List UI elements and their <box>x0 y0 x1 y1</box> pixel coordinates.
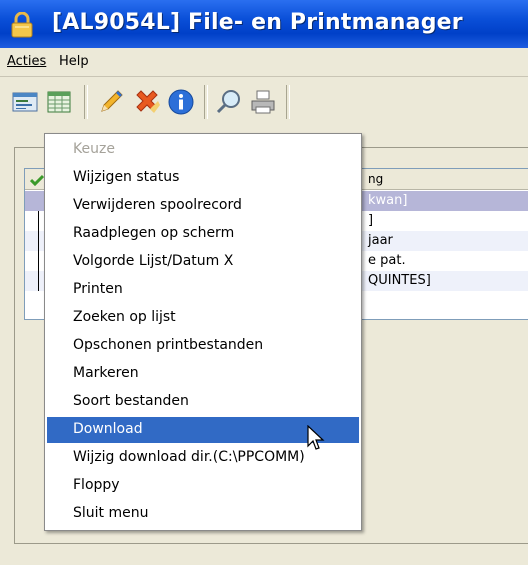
menu-item-sluit-menu[interactable]: Sluit menu <box>47 501 359 527</box>
menu-item-label: Soort bestanden <box>73 393 189 409</box>
menu-item-opschonen-printbestanden[interactable]: Opschonen printbestanden <box>47 333 359 359</box>
menu-item-raadplegen-op-scherm[interactable]: Raadplegen op scherm <box>47 221 359 247</box>
delete-x-icon[interactable] <box>132 87 162 117</box>
menu-item-keuze: Keuze <box>47 137 359 163</box>
mouse-cursor-icon <box>307 425 325 450</box>
menu-item-soort-bestanden[interactable]: Soort bestanden <box>47 389 359 415</box>
menu-acties-label: Acties <box>7 54 47 69</box>
table-cell: kwan] <box>368 193 408 208</box>
menu-bar: Acties Help <box>0 48 528 77</box>
pencil-icon[interactable] <box>96 87 126 117</box>
table-cell: jaar <box>368 233 393 248</box>
spreadsheet-icon[interactable] <box>44 87 74 117</box>
grid-column-header[interactable]: ng <box>368 172 383 186</box>
menu-item-label: Keuze <box>73 141 115 157</box>
menu-item-volgorde-lijst-datum[interactable]: Volgorde Lijst/Datum X <box>47 249 359 275</box>
table-cell <box>38 251 43 271</box>
menu-item-markeren[interactable]: Markeren <box>47 361 359 387</box>
menu-item-label: Raadplegen op scherm <box>73 225 235 241</box>
menu-item-label: Zoeken op lijst <box>73 309 176 325</box>
context-menu: Keuze Wijzigen status Verwijderen spoolr… <box>44 133 362 531</box>
lock-icon <box>11 12 33 38</box>
menu-item-label: Download <box>73 421 143 437</box>
menu-item-label: Printen <box>73 281 123 297</box>
toolbar-separator <box>84 85 88 119</box>
toolbar <box>0 77 528 125</box>
menu-item-label: Wijzig download dir.(C:\PPCOMM) <box>73 449 305 465</box>
menu-item-floppy[interactable]: Floppy <box>47 473 359 499</box>
info-icon[interactable] <box>166 87 196 117</box>
menu-item-wijzigen-status[interactable]: Wijzigen status <box>47 165 359 191</box>
menu-item-printen[interactable]: Printen <box>47 277 359 303</box>
table-cell <box>38 231 43 251</box>
check-icon <box>30 174 44 186</box>
title-bar[interactable]: [AL9054L] File- en Printmanager <box>0 0 528 48</box>
printer-icon[interactable] <box>248 87 278 117</box>
table-cell <box>38 271 43 291</box>
menu-acties[interactable]: Acties <box>7 54 46 69</box>
table-cell: QUINTES] <box>368 273 431 288</box>
table-cell <box>38 211 43 231</box>
menu-item-label: Verwijderen spoolrecord <box>73 197 242 213</box>
menu-item-label: Wijzigen status <box>73 169 180 185</box>
list-card-icon[interactable] <box>10 87 40 117</box>
menu-item-zoeken-op-lijst[interactable]: Zoeken op lijst <box>47 305 359 331</box>
menu-help-label: Help <box>59 54 89 69</box>
table-cell: e pat. <box>368 253 406 268</box>
magnifier-icon[interactable] <box>214 87 244 117</box>
window-title: [AL9054L] File- en Printmanager <box>52 10 463 35</box>
menu-item-label: Sluit menu <box>73 505 149 521</box>
toolbar-separator <box>286 85 290 119</box>
menu-help[interactable]: Help <box>59 54 89 69</box>
toolbar-separator <box>204 85 208 119</box>
menu-item-verwijderen-spoolrecord[interactable]: Verwijderen spoolrecord <box>47 193 359 219</box>
menu-item-label: Markeren <box>73 365 139 381</box>
menu-item-label: Floppy <box>73 477 120 493</box>
table-cell: ] <box>368 213 374 228</box>
menu-item-label: Volgorde Lijst/Datum X <box>73 253 234 269</box>
menu-item-label: Opschonen printbestanden <box>73 337 264 353</box>
